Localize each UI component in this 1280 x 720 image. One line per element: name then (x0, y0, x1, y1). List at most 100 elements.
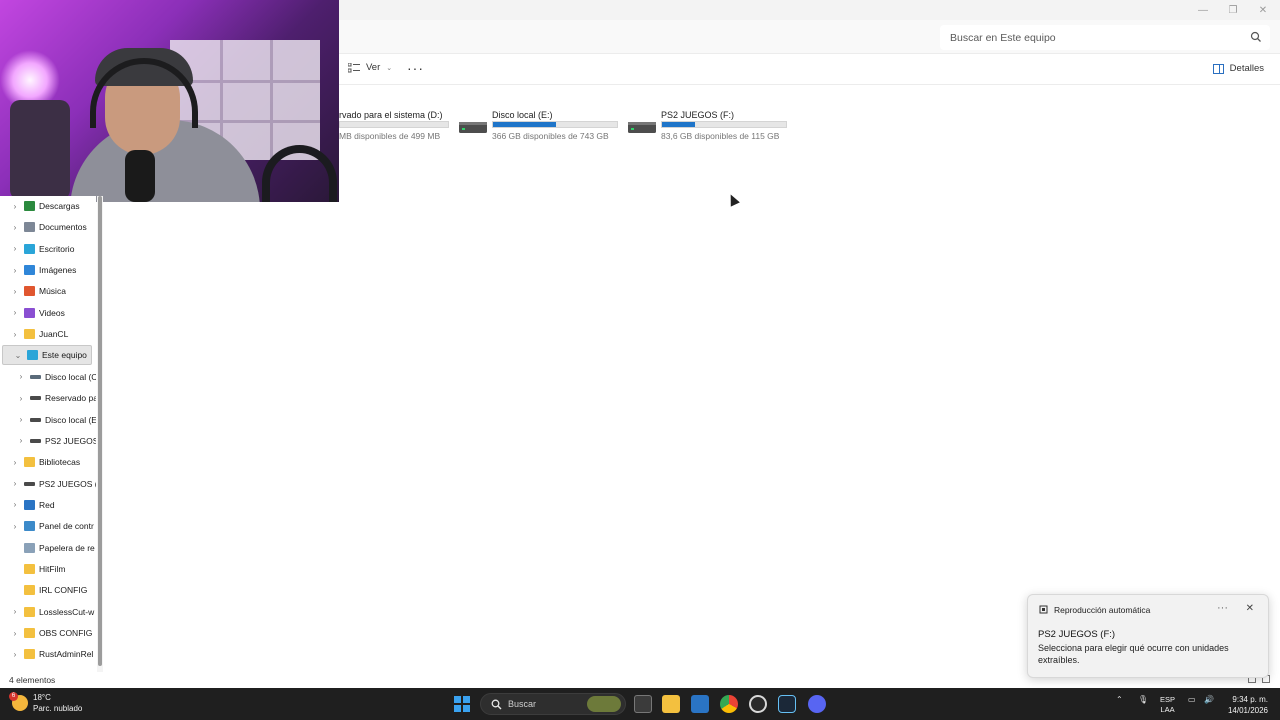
chevron-right-icon[interactable]: › (10, 202, 20, 211)
task-view-icon[interactable] (634, 695, 652, 713)
network-icon[interactable]: ▭ (1188, 695, 1196, 704)
language-indicator[interactable]: ESP LAA (1160, 695, 1175, 715)
chevron-right-icon[interactable]: › (16, 372, 26, 381)
sidebar-item-label: Descargas (39, 201, 80, 211)
chevron-right-icon[interactable]: › (10, 607, 20, 616)
sidebar-item[interactable]: › Reservado pa (0, 388, 96, 408)
sidebar-item[interactable]: › Documentos (0, 217, 96, 237)
chevron-right-icon[interactable]: › (10, 522, 20, 531)
sidebar-item[interactable]: › RustAdminRel (0, 644, 96, 664)
notification-more-button[interactable]: ··· (1217, 602, 1228, 614)
close-window-button[interactable]: ✕ (1248, 0, 1278, 20)
desktop-icon (24, 243, 35, 254)
weather-widget[interactable]: 6 18°C Parc. nublado (9, 692, 83, 714)
sidebar-item[interactable]: › PS2 JUEGOS (F (0, 474, 96, 494)
keyboard-layout: LAA (1160, 705, 1175, 714)
taskbar-search[interactable]: Buscar (480, 693, 626, 715)
chevron-right-icon[interactable]: › (10, 500, 20, 509)
sidebar-item[interactable]: › Red (0, 495, 96, 515)
drive-free-space: MB disponibles de 499 MB (339, 131, 441, 141)
taskbar-search-label: Buscar (508, 699, 537, 709)
chevron-right-icon[interactable]: › (16, 436, 26, 445)
autoplay-notification[interactable]: Reproducción automática ··· ✕ PS2 JUEGOS… (1027, 594, 1269, 678)
search-icon[interactable] (1250, 31, 1262, 43)
drive-tile-e[interactable]: Disco local (E:) 366 GB disponibles de 7… (459, 108, 624, 144)
chevron-right-icon[interactable]: › (10, 330, 20, 339)
chevron-right-icon[interactable]: › (10, 479, 20, 488)
sidebar-item-label: Disco local (E (45, 414, 96, 425)
chevron-right-icon[interactable]: › (10, 650, 20, 659)
chevron-down-icon[interactable]: ⌄ (13, 351, 23, 360)
sidebar-item-label: OBS CONFIG (39, 628, 93, 638)
discord-icon[interactable] (808, 695, 826, 713)
sidebar-item[interactable]: › Bibliotecas (0, 452, 96, 472)
chevron-right-icon[interactable]: › (16, 394, 26, 403)
drive-name: PS2 JUEGOS (F:) (661, 110, 735, 120)
sidebar-item[interactable]: › JuanCL (0, 324, 96, 344)
sidebar-item-label: PS2 JUEGOS ( (45, 435, 96, 446)
sidebar-item[interactable]: › Música (0, 281, 96, 301)
microphone (125, 150, 155, 202)
weather-description: Parc. nublado (33, 704, 83, 713)
drive-name: Disco local (E:) (492, 110, 553, 120)
microphone-icon[interactable]: 🎙 (1138, 695, 1148, 704)
scrollbar-thumb[interactable] (98, 196, 102, 666)
search-input[interactable]: Buscar en Este equipo (940, 25, 1270, 50)
sidebar-item[interactable]: Papelera de re (0, 538, 96, 558)
sidebar-item-label: RustAdminRel (39, 649, 94, 660)
chevron-right-icon[interactable]: › (10, 244, 20, 253)
drive-tile-f[interactable]: PS2 JUEGOS (F:) 83,6 GB disponibles de 1… (628, 108, 793, 144)
sidebar-item[interactable]: › PS2 JUEGOS ( (0, 431, 96, 451)
volume-icon[interactable]: 🔊 (1204, 695, 1214, 704)
chevron-right-icon[interactable]: › (10, 287, 20, 296)
start-button[interactable] (454, 696, 470, 712)
sidebar-item[interactable]: ⌄ Este equipo (2, 345, 92, 366)
sidebar-item[interactable]: IRL CONFIG (0, 580, 96, 600)
details-button[interactable]: Detalles (1212, 63, 1264, 74)
chevron-right-icon[interactable]: › (10, 629, 20, 638)
sidebar-item-label: JuanCL (39, 329, 69, 340)
drive-usage-fill (493, 122, 557, 127)
sidebar-item-label: Red (39, 499, 55, 510)
sidebar-item[interactable]: › Imágenes (0, 260, 96, 280)
outlook-icon[interactable] (691, 695, 709, 713)
steam-icon[interactable] (778, 695, 796, 713)
notification-close-button[interactable]: ✕ (1246, 603, 1254, 614)
sidebar-item-label: Disco local (C (45, 371, 96, 382)
sidebar-item[interactable]: › LosslessCut-w (0, 602, 96, 622)
computer-icon (27, 350, 38, 361)
minimize-button[interactable]: — (1188, 0, 1218, 20)
show-hidden-icons-chevron[interactable]: ⌃ (1116, 695, 1123, 704)
sidebar-item[interactable]: › OBS CONFIG (0, 623, 96, 643)
chevron-right-icon[interactable]: › (10, 308, 20, 317)
navigation-scrollbar[interactable] (97, 196, 103, 672)
view-label: Ver (366, 62, 381, 73)
drive-icon (30, 438, 41, 443)
sidebar-item[interactable]: › Videos (0, 303, 96, 323)
weather-badge: 6 (9, 692, 18, 701)
more-options-button[interactable]: ··· (407, 60, 424, 76)
chevron-right-icon[interactable]: › (16, 415, 26, 424)
file-explorer-icon[interactable] (662, 695, 680, 713)
sidebar-item[interactable]: › Escritorio (0, 239, 96, 259)
sidebar-item-label: Panel de contr (39, 521, 94, 532)
drive-icon (30, 374, 41, 379)
chrome-icon[interactable] (720, 695, 738, 713)
obs-icon[interactable] (749, 695, 767, 713)
folder-icon (24, 329, 35, 340)
chevron-right-icon[interactable]: › (10, 223, 20, 232)
chevron-right-icon[interactable]: › (10, 458, 20, 467)
sidebar-item[interactable]: HitFilm (0, 559, 96, 579)
chevron-right-icon[interactable]: › (10, 266, 20, 275)
clock[interactable]: 9:34 p. m. 14/01/2026 (1226, 694, 1268, 716)
hard-drive-icon (628, 122, 656, 133)
sidebar-item[interactable]: › Panel de contr (0, 516, 96, 536)
restore-button[interactable]: ❐ (1218, 0, 1248, 20)
view-button[interactable]: Ver ⌄ (348, 62, 392, 73)
sidebar-item[interactable]: › Descargas (0, 196, 96, 216)
search-highlight-image (587, 696, 621, 712)
sidebar-item[interactable]: › Disco local (C (0, 367, 96, 387)
taskbar: 6 18°C Parc. nublado Buscar ⌃ 🎙 ESP LAA … (0, 688, 1280, 720)
folder-icon (24, 649, 35, 660)
sidebar-item[interactable]: › Disco local (E (0, 410, 96, 430)
